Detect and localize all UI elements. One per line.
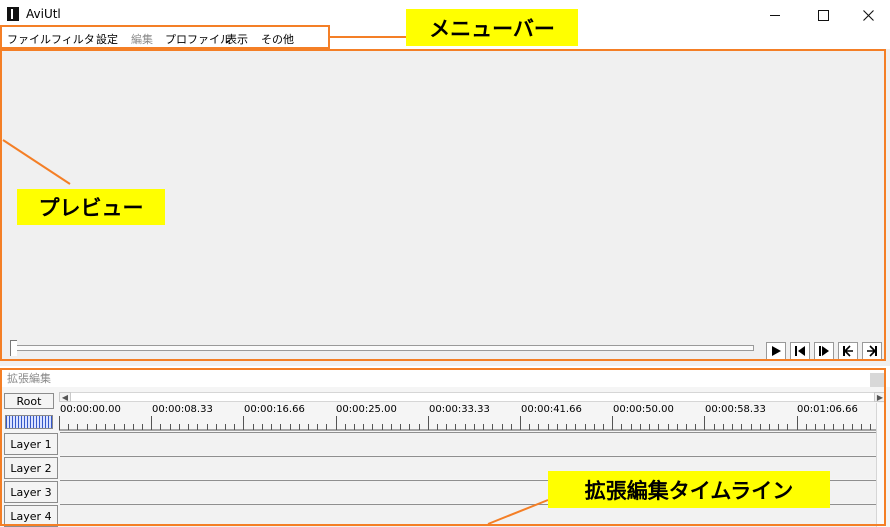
ruler-label: 00:00:25.00	[336, 404, 397, 415]
ruler-label: 00:00:16.66	[244, 404, 305, 415]
seek-thumb[interactable]	[10, 340, 17, 356]
go-start-icon	[843, 345, 853, 357]
prev-frame-button[interactable]	[790, 342, 810, 360]
timeline-close-button[interactable]	[870, 373, 884, 387]
play-button[interactable]	[766, 342, 786, 360]
timeline-horizontal-scrollbar[interactable]	[59, 392, 886, 402]
go-end-icon	[867, 345, 877, 357]
ruler-label: 00:00:58.33	[705, 404, 766, 415]
minimize-icon	[770, 14, 780, 16]
play-icon	[772, 346, 781, 356]
timeline-vertical-scrollbar[interactable]	[876, 403, 886, 527]
timeline-zoom-bar[interactable]	[5, 415, 53, 429]
ruler-label: 00:00:50.00	[613, 404, 674, 415]
layer-button-1[interactable]: Layer 1	[4, 433, 58, 455]
layer-lane-1[interactable]	[60, 432, 876, 455]
menu-profile[interactable]: プロファイル	[165, 31, 231, 47]
maximize-icon	[817, 9, 829, 21]
seek-track[interactable]	[10, 345, 754, 351]
layer-button-3[interactable]: Layer 3	[4, 481, 58, 503]
close-icon	[862, 9, 874, 21]
minimize-button[interactable]	[752, 0, 798, 30]
go-end-button[interactable]	[862, 342, 882, 360]
timeline-title-bar: 拡張編集	[0, 367, 890, 387]
seek-bar[interactable]	[10, 340, 756, 356]
menu-other[interactable]: その他	[261, 31, 294, 47]
layer-button-4[interactable]: Layer 4	[4, 505, 58, 527]
layer-button-2[interactable]: Layer 2	[4, 457, 58, 479]
timeline-title: 拡張編集	[7, 372, 51, 385]
annotation-timeline-label: 拡張編集タイムライン	[548, 471, 830, 508]
ruler-label: 00:00:41.66	[521, 404, 582, 415]
menu-file[interactable]: ファイル	[7, 31, 51, 47]
close-button[interactable]	[845, 0, 890, 30]
ruler-label: 00:00:33.33	[429, 404, 490, 415]
prev-frame-icon	[795, 346, 805, 356]
root-button[interactable]: Root	[4, 393, 54, 409]
app-icon	[7, 7, 19, 21]
menu-filter[interactable]: フィルタ	[51, 31, 95, 47]
ruler-label: 00:01:06.66	[797, 404, 858, 415]
next-frame-icon	[819, 346, 829, 356]
menu-settings[interactable]: 設定	[96, 31, 118, 47]
window-title: AviUtl	[26, 7, 61, 21]
next-frame-button[interactable]	[814, 342, 834, 360]
annotation-preview-label: プレビュー	[17, 189, 165, 225]
maximize-button[interactable]	[800, 0, 846, 30]
ruler-label: 00:00:08.33	[152, 404, 213, 415]
menu-edit[interactable]: 編集	[131, 31, 153, 47]
menu-view[interactable]: 表示	[226, 31, 248, 47]
scroll-left-arrow-icon[interactable]: ◀	[59, 392, 71, 402]
annotation-menubar-label: メニューバー	[406, 9, 578, 46]
go-start-button[interactable]	[838, 342, 858, 360]
scroll-right-arrow-icon[interactable]: ▶	[874, 392, 886, 402]
time-ruler[interactable]: 00:00:00.00 00:00:08.33 00:00:16.66 00:0…	[59, 404, 876, 431]
ruler-label: 00:00:00.00	[60, 404, 121, 415]
